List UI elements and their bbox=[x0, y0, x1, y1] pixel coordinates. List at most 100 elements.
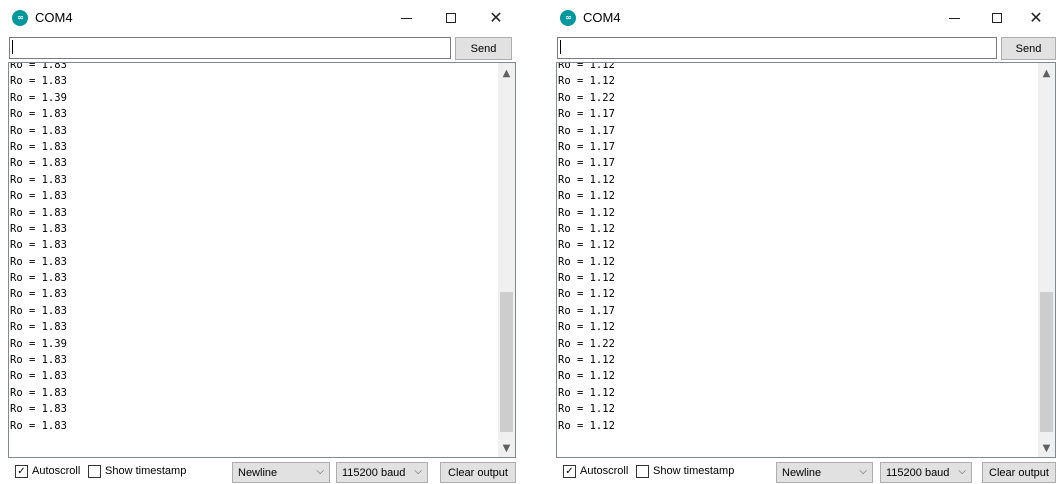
output-line: Ro = 1.12 bbox=[558, 62, 615, 71]
line-ending-value: Newline bbox=[782, 467, 822, 479]
chevron-up-icon[interactable]: ▲ bbox=[498, 65, 515, 82]
serial-monitor-window-right: ∞ COM4 ✕ Send Ro = 1.12 Ro = 1.12 Ro = 1.2… bbox=[548, 0, 1056, 484]
output-line: Ro = 1.83 bbox=[10, 386, 67, 399]
close-icon: ✕ bbox=[1029, 8, 1043, 27]
send-input-wrapper bbox=[557, 37, 997, 59]
serial-output[interactable]: Ro = 1.83 Ro = 1.83 Ro = 1.39 Ro = 1.83 Ro =… bbox=[8, 62, 516, 458]
output-line: Ro = 1.17 bbox=[558, 304, 615, 317]
output-lines: Ro = 1.12 Ro = 1.12 Ro = 1.22 Ro = 1.17 Ro =… bbox=[557, 62, 615, 434]
send-button[interactable]: Send bbox=[1001, 37, 1056, 60]
output-line: Ro = 1.83 bbox=[10, 354, 67, 367]
output-line: Ro = 1.22 bbox=[558, 337, 615, 350]
output-line: Ro = 1.12 bbox=[558, 255, 615, 268]
minimize-icon bbox=[948, 17, 960, 19]
line-ending-select[interactable]: Newline ⌵ bbox=[232, 462, 330, 483]
chevron-down-icon[interactable]: ▼ bbox=[1038, 440, 1055, 457]
output-line: Ro = 1.83 bbox=[10, 75, 67, 88]
close-icon: ✕ bbox=[489, 8, 503, 27]
output-line: Ro = 1.12 bbox=[558, 403, 615, 416]
scrollbar-thumb[interactable] bbox=[1040, 292, 1053, 432]
output-line: Ro = 1.83 bbox=[10, 140, 67, 153]
maximize-button[interactable] bbox=[975, 2, 1019, 34]
output-line: Ro = 1.83 bbox=[10, 173, 67, 186]
scrollbar-thumb[interactable] bbox=[500, 292, 513, 432]
output-line: Ro = 1.83 bbox=[10, 62, 67, 71]
output-scrollbar[interactable]: ▲ ▼ bbox=[498, 63, 515, 457]
clear-output-button[interactable]: Clear output bbox=[440, 462, 516, 483]
minimize-button[interactable] bbox=[932, 2, 976, 34]
output-line: Ro = 1.83 bbox=[10, 206, 67, 219]
chevron-down-icon[interactable]: ▼ bbox=[498, 440, 515, 457]
output-line: Ro = 1.39 bbox=[10, 337, 67, 350]
show-timestamp-checkbox[interactable] bbox=[88, 465, 101, 478]
output-line: Ro = 1.83 bbox=[10, 403, 67, 416]
output-line: Ro = 1.17 bbox=[558, 108, 615, 121]
close-button[interactable]: ✕ bbox=[1014, 2, 1056, 34]
window-title: COM4 bbox=[35, 10, 73, 25]
title-bar[interactable]: ∞ COM4 ✕ bbox=[548, 0, 1056, 36]
serial-monitor-window-left: ∞ COM4 ✕ Send Ro = 1.83 Ro = 1.83 Ro = 1.3… bbox=[0, 0, 522, 484]
maximize-button[interactable] bbox=[429, 2, 473, 34]
output-line: Ro = 1.12 bbox=[558, 222, 615, 235]
autoscroll-label[interactable]: Autoscroll bbox=[32, 465, 80, 477]
autoscroll-checkbox[interactable]: ✓ bbox=[563, 465, 576, 478]
baud-rate-value: 115200 baud bbox=[342, 467, 406, 479]
send-input[interactable] bbox=[9, 37, 451, 59]
output-scrollbar[interactable]: ▲ ▼ bbox=[1038, 63, 1055, 457]
output-line: Ro = 1.83 bbox=[10, 239, 67, 252]
close-button[interactable]: ✕ bbox=[474, 2, 518, 34]
arduino-logo-icon: ∞ bbox=[560, 10, 576, 26]
output-line: Ro = 1.12 bbox=[558, 419, 615, 432]
show-timestamp-checkbox[interactable] bbox=[636, 465, 649, 478]
output-lines: Ro = 1.83 Ro = 1.83 Ro = 1.39 Ro = 1.83 Ro =… bbox=[9, 62, 67, 434]
output-line: Ro = 1.83 bbox=[10, 288, 67, 301]
output-line: Ro = 1.12 bbox=[558, 272, 615, 285]
status-bar: ✓ Autoscroll Show timestamp Newline ⌵ 11… bbox=[0, 458, 522, 484]
chevron-down-icon: ⌵ bbox=[958, 466, 966, 477]
clear-output-button[interactable]: Clear output bbox=[982, 462, 1056, 483]
autoscroll-checkbox[interactable]: ✓ bbox=[15, 465, 28, 478]
title-bar[interactable]: ∞ COM4 ✕ bbox=[0, 0, 522, 36]
output-line: Ro = 1.83 bbox=[10, 222, 67, 235]
maximize-icon bbox=[992, 13, 1002, 23]
text-caret bbox=[560, 40, 561, 54]
send-input-wrapper bbox=[9, 37, 451, 59]
send-input[interactable] bbox=[557, 37, 997, 59]
show-timestamp-label[interactable]: Show timestamp bbox=[653, 465, 734, 477]
output-line: Ro = 1.83 bbox=[10, 321, 67, 334]
output-line: Ro = 1.83 bbox=[10, 370, 67, 383]
baud-rate-select[interactable]: 115200 baud ⌵ bbox=[336, 462, 428, 483]
baud-rate-select[interactable]: 115200 baud ⌵ bbox=[880, 462, 972, 483]
status-bar: ✓ Autoscroll Show timestamp Newline ⌵ 11… bbox=[548, 458, 1056, 484]
output-line: Ro = 1.12 bbox=[558, 386, 615, 399]
output-line: Ro = 1.12 bbox=[558, 173, 615, 186]
window-title: COM4 bbox=[583, 10, 621, 25]
minimize-icon bbox=[400, 17, 412, 19]
check-icon: ✓ bbox=[17, 466, 26, 477]
chevron-down-icon: ⌵ bbox=[414, 466, 422, 477]
chevron-down-icon: ⌵ bbox=[316, 466, 324, 477]
text-caret bbox=[12, 40, 13, 54]
arduino-logo-icon: ∞ bbox=[12, 10, 28, 26]
output-line: Ro = 1.12 bbox=[558, 321, 615, 334]
output-line: Ro = 1.83 bbox=[10, 157, 67, 170]
output-line: Ro = 1.17 bbox=[558, 140, 615, 153]
chevron-up-icon[interactable]: ▲ bbox=[1038, 65, 1055, 82]
output-line: Ro = 1.12 bbox=[558, 288, 615, 301]
show-timestamp-label[interactable]: Show timestamp bbox=[105, 465, 186, 477]
line-ending-select[interactable]: Newline ⌵ bbox=[776, 462, 873, 483]
output-line: Ro = 1.12 bbox=[558, 239, 615, 252]
output-line: Ro = 1.12 bbox=[558, 206, 615, 219]
output-line: Ro = 1.12 bbox=[558, 190, 615, 203]
maximize-icon bbox=[446, 13, 456, 23]
output-line: Ro = 1.39 bbox=[10, 91, 67, 104]
minimize-button[interactable] bbox=[384, 2, 428, 34]
output-line: Ro = 1.12 bbox=[558, 370, 615, 383]
check-icon: ✓ bbox=[565, 466, 574, 477]
autoscroll-label[interactable]: Autoscroll bbox=[580, 465, 628, 477]
output-line: Ro = 1.17 bbox=[558, 157, 615, 170]
send-button[interactable]: Send bbox=[455, 37, 512, 60]
chevron-down-icon: ⌵ bbox=[859, 466, 867, 477]
output-line: Ro = 1.83 bbox=[10, 190, 67, 203]
serial-output[interactable]: Ro = 1.12 Ro = 1.12 Ro = 1.22 Ro = 1.17 Ro =… bbox=[556, 62, 1056, 458]
